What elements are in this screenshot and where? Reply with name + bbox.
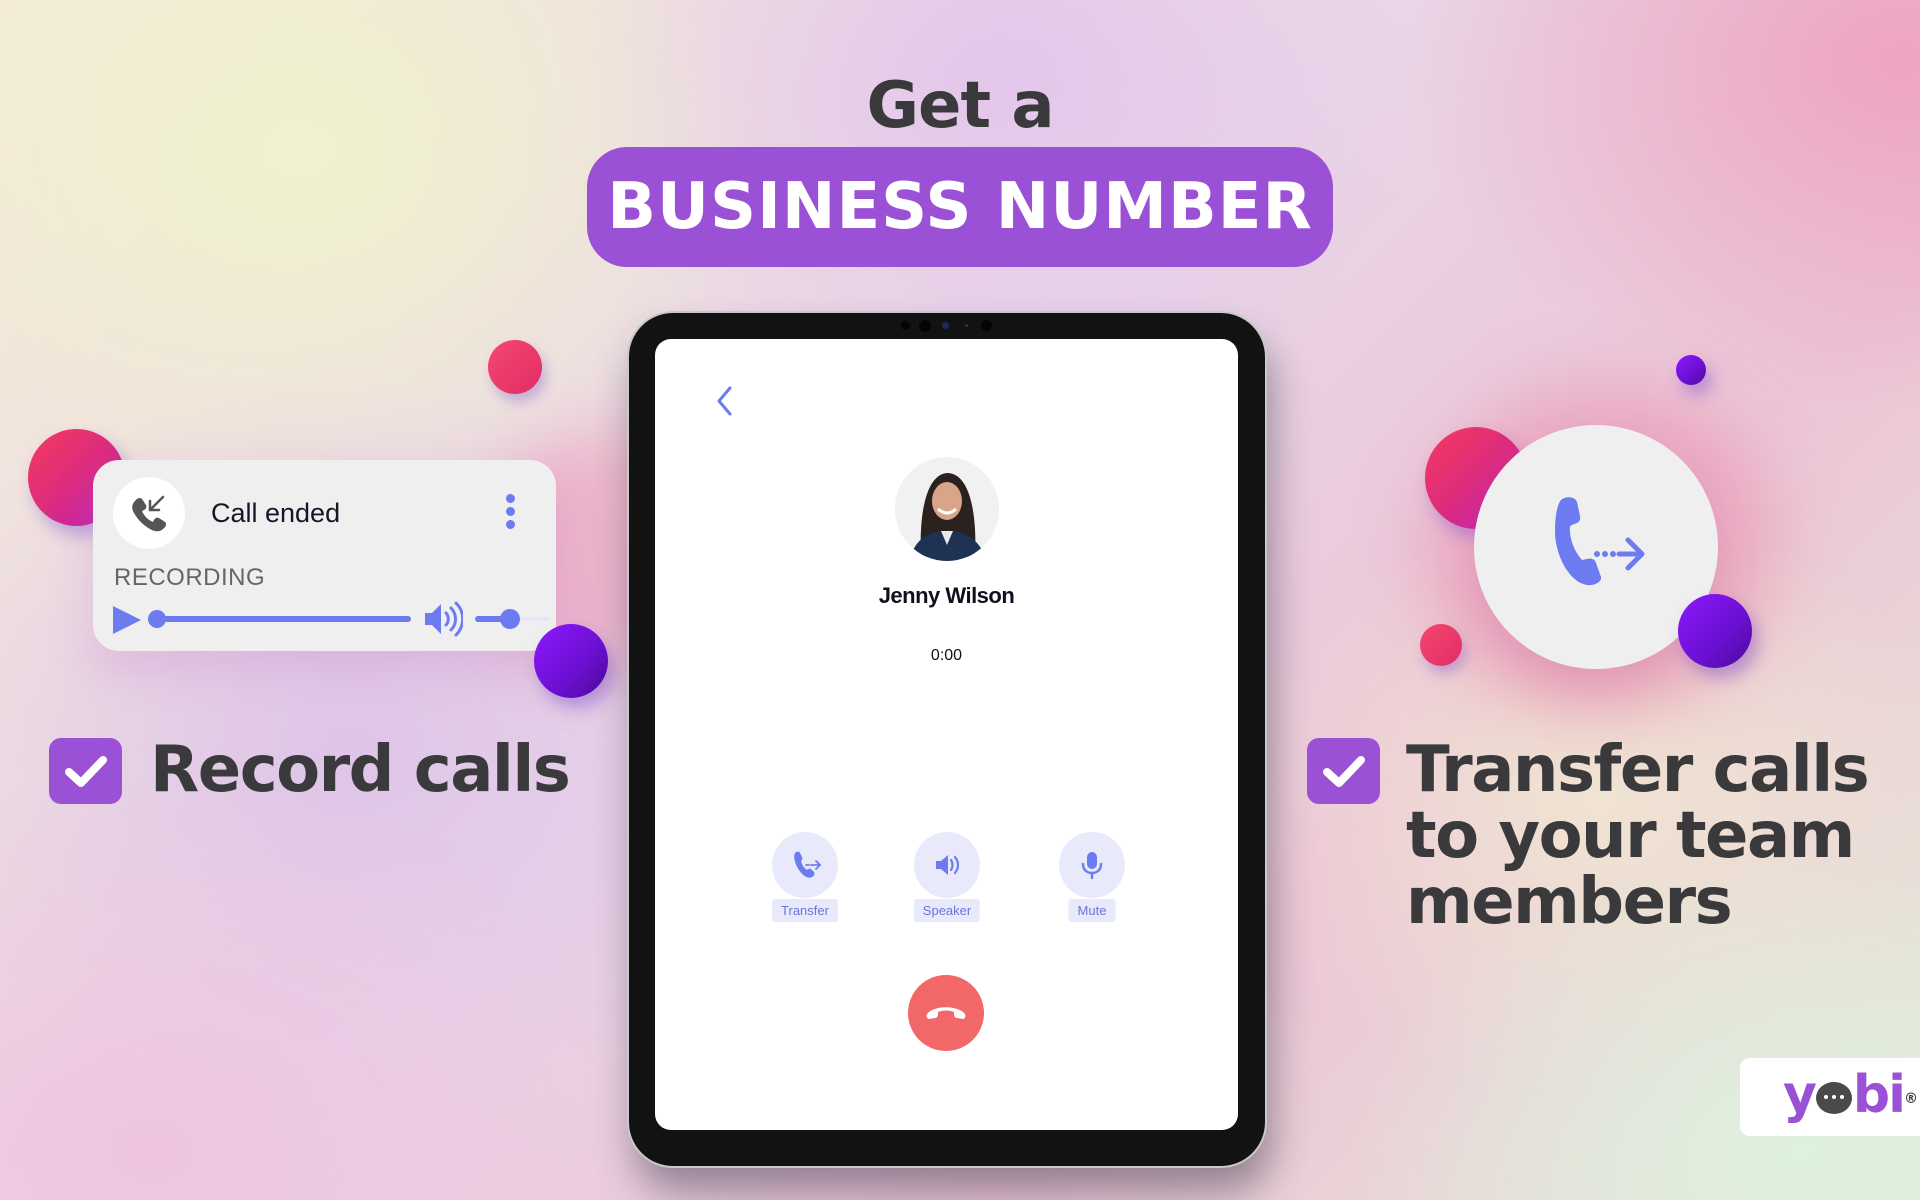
call-recording-card: Call ended RECORDING bbox=[93, 460, 556, 651]
volume-icon[interactable] bbox=[423, 600, 463, 638]
more-vertical-icon[interactable] bbox=[506, 494, 516, 534]
feature-line: members bbox=[1406, 865, 1733, 939]
business-number-text: BUSINESS NUMBER bbox=[607, 170, 1313, 244]
decorative-ball bbox=[488, 340, 542, 394]
microphone-icon bbox=[1081, 852, 1103, 880]
camera-lens bbox=[942, 322, 949, 329]
playback-knob[interactable] bbox=[148, 610, 166, 628]
decorative-ball bbox=[1676, 355, 1706, 385]
hang-up-icon bbox=[926, 1007, 966, 1019]
decorative-ball bbox=[1420, 624, 1462, 666]
check-icon bbox=[1322, 756, 1365, 787]
speaker-label: Speaker bbox=[913, 899, 981, 922]
feature-line: to your team bbox=[1406, 799, 1855, 873]
trademark-mark: ® bbox=[1903, 1091, 1918, 1107]
logo-bi: bi bbox=[1852, 1065, 1906, 1125]
logo-y: y bbox=[1783, 1065, 1817, 1125]
transfer-button[interactable] bbox=[772, 832, 838, 898]
call-transfer-icon bbox=[794, 851, 822, 878]
decorative-ball bbox=[534, 624, 608, 698]
transfer-label: Transfer bbox=[772, 899, 838, 922]
call-type-badge bbox=[113, 477, 185, 549]
camera-dot bbox=[901, 321, 910, 330]
chevron-left-icon[interactable] bbox=[712, 384, 738, 418]
speaker-icon bbox=[936, 855, 960, 875]
volume-track-rest[interactable] bbox=[519, 617, 549, 621]
end-call-button[interactable] bbox=[908, 975, 984, 1051]
caller-name: Jenny Wilson bbox=[878, 583, 1015, 608]
camera-dot bbox=[981, 320, 992, 331]
headline-get-a: Get a bbox=[866, 69, 1055, 143]
call-status: Call ended bbox=[211, 498, 341, 528]
caller-avatar bbox=[895, 457, 999, 561]
check-icon bbox=[64, 756, 107, 787]
person-photo bbox=[895, 457, 999, 561]
call-transfer-icon bbox=[1555, 497, 1645, 586]
camera-dot bbox=[965, 324, 968, 327]
call-timer: 0:00 bbox=[930, 647, 963, 664]
mute-button[interactable] bbox=[1059, 832, 1125, 898]
chat-bubble-icon bbox=[1815, 1082, 1852, 1114]
incoming-call-icon bbox=[132, 495, 167, 532]
logo-wordmark: y bi® bbox=[1783, 1064, 1918, 1126]
play-icon[interactable] bbox=[113, 606, 141, 634]
tablet-device: Jenny Wilson 0:00 Transfer Speaker Mute bbox=[629, 313, 1265, 1166]
recording-label: RECORDING bbox=[114, 564, 266, 591]
yobi-logo: y bi® bbox=[1740, 1058, 1920, 1136]
feature-record-calls: Record calls bbox=[150, 733, 571, 807]
decorative-ball bbox=[1678, 594, 1752, 668]
speaker-button[interactable] bbox=[914, 832, 980, 898]
playback-track[interactable] bbox=[157, 616, 411, 622]
feature-line: Transfer calls bbox=[1406, 733, 1870, 807]
camera-dot bbox=[919, 320, 931, 332]
record-calls-checkbox bbox=[49, 738, 122, 804]
transfer-calls-checkbox bbox=[1307, 738, 1380, 804]
call-screen: Jenny Wilson 0:00 Transfer Speaker Mute bbox=[655, 339, 1238, 1130]
volume-knob[interactable] bbox=[500, 609, 520, 629]
business-number-banner: BUSINESS NUMBER bbox=[587, 147, 1333, 267]
feature-transfer-calls: Transfer calls to your team members bbox=[1406, 733, 1870, 939]
mute-label: Mute bbox=[1068, 899, 1116, 922]
